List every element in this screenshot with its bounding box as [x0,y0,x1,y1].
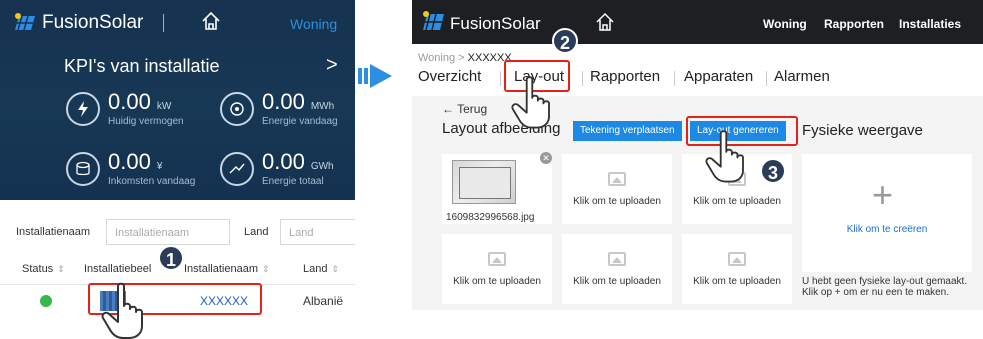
empty-message: U hebt geen fysieke lay-out gemaakt. Kli… [802,276,968,298]
mobile-header: FusionSolar Woning [0,0,355,44]
upload-label: Klik om te uploaden [693,276,781,287]
pointing-hand-icon [705,130,744,183]
pointing-hand-icon [101,282,143,339]
move-drawing-button[interactable]: Tekening verplaatsen [573,121,682,141]
breadcrumb-separator: > [458,52,465,64]
layout-photo-tile[interactable]: ✕ 1609832996568.jpg [442,152,552,224]
tab-alarmen[interactable]: Alarmen [774,68,830,85]
tab-divider [674,71,675,86]
breadcrumb: Woning > XXXXXX [418,52,512,64]
kpi-label: Inkomsten vandaag [108,176,196,187]
nav-rapporten[interactable]: Rapporten [824,17,884,31]
kpi-title: KPI's van installatie [64,56,220,76]
create-physical-layout-tile[interactable]: + Klik om te creëren [802,154,972,272]
tab-divider [582,71,583,86]
status-dot [40,295,52,307]
plant-country: Albanië [303,294,344,308]
image-placeholder-icon [608,252,626,266]
nav-installaties[interactable]: Installaties [899,17,961,31]
kpi-value: 0.00 [108,149,151,174]
column-header-image[interactable]: Installatiebeel [84,263,151,275]
country-filter-label: Land [244,226,269,238]
mobile-app-panel: FusionSolar Woning KPI's van installatie… [0,0,355,339]
kpi-value: 0.00 [108,89,151,114]
web-app-panel: FusionSolar Woning Rapporten Installatie… [412,0,983,310]
back-link[interactable]: ← Terug [442,102,487,116]
tab-overzicht[interactable]: Overzicht [418,68,481,85]
kpi-label: Huidig vermogen [108,116,184,127]
filter-bar: Installatienaam Installatienaam Land Lan… [0,216,355,248]
coins-icon [66,152,100,186]
column-header-status[interactable]: Status ⇕ [22,263,65,275]
kpi-value: 0.00 [262,89,305,114]
image-placeholder-icon [728,252,746,266]
plus-icon: + [872,174,894,215]
column-header-country[interactable]: Land ⇕ [303,263,339,275]
nav-woning[interactable]: Woning [763,17,807,31]
home-icon[interactable] [595,12,615,32]
close-icon[interactable]: ✕ [540,152,552,164]
upload-label: Klik om te uploaden [453,276,541,287]
web-header: FusionSolar Woning Rapporten Installatie… [412,0,983,44]
woning-link[interactable]: Woning [290,16,337,32]
image-placeholder-icon [608,172,626,186]
kpi-unit: ¥ [156,161,163,172]
kpi-unit: MWh [310,101,335,112]
brand-name: FusionSolar [450,14,541,33]
name-filter-input[interactable]: Installatienaam [106,219,230,245]
step-badge: 1 [158,245,184,271]
flow-arrow-icon [358,64,392,88]
energy-total-icon [220,152,254,186]
fusionsolar-logo-icon [423,11,444,31]
photo-filename: 1609832996568.jpg [446,212,535,223]
image-placeholder-icon [488,252,506,266]
fusionsolar-logo-icon [15,13,35,31]
country-filter-input[interactable]: Land [280,219,355,245]
upload-tile[interactable]: Klik om te uploaden [682,234,792,304]
tab-divider [500,71,501,86]
step-badge: 3 [760,158,786,184]
lightning-icon [66,92,100,126]
kpi-label: Energie vandaag [262,116,338,127]
breadcrumb-parent[interactable]: Woning [418,52,455,64]
physical-view-title: Fysieke weergave [802,122,923,139]
upload-tile[interactable]: Klik om te uploaden [562,234,672,304]
kpi-more-arrow[interactable]: > [326,54,338,77]
header-divider [163,14,164,32]
tab-apparaten[interactable]: Apparaten [684,68,753,85]
kpi-label: Energie totaal [262,176,324,187]
create-label[interactable]: Klik om te creëren [802,224,972,235]
kpi-section: FusionSolar Woning KPI's van installatie… [0,0,355,200]
kpi-unit: GWh [310,161,334,172]
energy-today-icon [220,92,254,126]
pointing-hand-icon [511,76,550,129]
kpi-unit: kW [156,101,172,112]
upload-label: Klik om te uploaden [693,196,781,207]
tab-divider [766,71,767,86]
upload-label: Klik om te uploaden [573,196,661,207]
brand-name: FusionSolar [42,12,144,33]
column-header-name[interactable]: Installatienaam ⇕ [184,263,270,275]
upload-tile[interactable]: Klik om te uploaden [562,154,672,224]
tab-rapporten[interactable]: Rapporten [590,68,660,85]
step-badge: 2 [552,28,578,54]
name-filter-label: Installatienaam [16,226,90,238]
upload-label: Klik om te uploaden [573,276,661,287]
kpi-value: 0.00 [262,149,305,174]
upload-tile[interactable]: Klik om te uploaden [442,234,552,304]
layout-photo-thumbnail [452,160,516,204]
home-icon[interactable] [200,10,222,32]
